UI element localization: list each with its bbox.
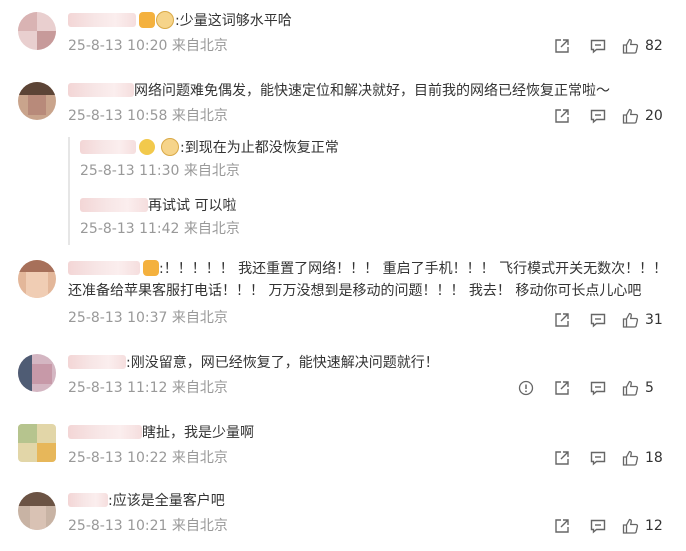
badge-icon	[143, 260, 159, 276]
share-icon	[555, 39, 569, 53]
username[interactable]	[80, 198, 148, 212]
comment-text: :刚没留意，网已经恢复了，能快速解决问题就行！	[126, 355, 439, 371]
like-count: 5	[645, 380, 654, 396]
reply-button[interactable]	[580, 378, 616, 398]
username[interactable]	[68, 261, 140, 275]
like-button[interactable]: 18	[616, 448, 676, 468]
like-count: 82	[645, 38, 663, 54]
like-count: 20	[645, 108, 663, 124]
comment-text: 网络问题难免偶发，能快速定位和解决就好，目前我的网络已经恢复正常啦～	[134, 83, 610, 99]
reply-text: :到现在为止都没恢复正常	[180, 140, 339, 156]
reply-button[interactable]	[580, 516, 616, 536]
username[interactable]	[68, 425, 142, 439]
emoji-icon	[156, 11, 174, 29]
avatar[interactable]	[18, 354, 56, 392]
comment-icon	[590, 381, 606, 396]
thumbs-up-icon	[622, 518, 639, 534]
comment-icon	[590, 39, 606, 54]
reply-meta: 25-8-13 11:30 来自北京	[80, 163, 240, 179]
comment-text-line: 网络问题难免偶发，能快速定位和解决就好，目前我的网络已经恢复正常啦～	[68, 80, 676, 102]
reply-button[interactable]	[580, 448, 616, 468]
comment-text: :！！！！！ 我还重置了网络！！！ 重启了手机！！！ 飞行模式开关无数次！！！	[159, 261, 668, 277]
badge-icon	[139, 12, 155, 28]
report-icon	[518, 380, 534, 396]
username[interactable]	[68, 83, 134, 97]
comment-text-line: 还准备给苹果客服打电话！！！ 万万没想到是移动的问题！！！ 我去！ 移动你可长点…	[68, 283, 642, 299]
emoji-icon	[161, 138, 179, 156]
share-button[interactable]	[544, 448, 580, 468]
comment-text-line: :刚没留意，网已经恢复了，能快速解决问题就行！	[68, 352, 676, 374]
share-button[interactable]	[544, 106, 580, 126]
share-icon	[555, 451, 569, 465]
report-button[interactable]	[508, 378, 544, 398]
reply-thread: :到现在为止都没恢复正常 25-8-13 11:30 来自北京 再试试 可以啦 …	[68, 137, 668, 245]
like-button[interactable]: 20	[616, 106, 676, 126]
comment-icon	[590, 519, 606, 534]
reply-text-line: 再试试 可以啦	[80, 195, 240, 217]
reply-button[interactable]	[580, 310, 616, 330]
share-icon	[555, 313, 569, 327]
username[interactable]	[80, 140, 136, 154]
comment-text-line: :应该是全量客户吧	[68, 490, 676, 512]
thumbs-up-icon	[622, 380, 639, 396]
share-button[interactable]	[544, 310, 580, 330]
share-icon	[555, 109, 569, 123]
comment-text-line: 瞎扯，我是少量啊	[68, 422, 676, 444]
comment-text-line: :！！！！！ 我还重置了网络！！！ 重启了手机！！！ 飞行模式开关无数次！！！	[68, 258, 676, 280]
comment-item: :！！！！！ 我还重置了网络！！！ 重启了手机！！！ 飞行模式开关无数次！！！ …	[0, 258, 686, 338]
reply-button[interactable]	[580, 36, 616, 56]
reply-item: 再试试 可以啦 25-8-13 11:42 来自北京	[80, 195, 240, 239]
avatar[interactable]	[18, 82, 56, 120]
reply-text: 再试试 可以啦	[148, 198, 237, 214]
thumbs-up-icon	[622, 450, 639, 466]
thumbs-up-icon	[622, 108, 639, 124]
verified-badge-icon	[139, 139, 155, 155]
username[interactable]	[68, 493, 108, 507]
comment-item: :应该是全量客户吧 25-8-13 10:21 来自北京 12	[0, 490, 686, 546]
comment-item: :刚没留意，网已经恢复了，能快速解决问题就行！ 25-8-13 11:12 来自…	[0, 352, 686, 408]
avatar[interactable]	[18, 424, 56, 462]
share-button[interactable]	[544, 36, 580, 56]
share-button[interactable]	[544, 516, 580, 536]
reply-meta: 25-8-13 11:42 来自北京	[80, 221, 240, 237]
avatar[interactable]	[18, 492, 56, 530]
avatar[interactable]	[18, 260, 56, 298]
comment-text: 瞎扯，我是少量啊	[142, 425, 254, 441]
like-button[interactable]: 12	[616, 516, 676, 536]
comment-item: 瞎扯，我是少量啊 25-8-13 10:22 来自北京 18	[0, 422, 686, 478]
like-button[interactable]: 5	[616, 378, 676, 398]
comment-icon	[590, 313, 606, 328]
like-button[interactable]: 82	[616, 36, 676, 56]
comment-text: :应该是全量客户吧	[108, 493, 225, 509]
username[interactable]	[68, 13, 136, 27]
comment-icon	[590, 451, 606, 466]
comment-icon	[590, 109, 606, 124]
share-icon	[555, 519, 569, 533]
reply-text-line: :到现在为止都没恢复正常	[80, 137, 339, 159]
comment-text-line: :少量这词够水平哈	[68, 10, 676, 32]
like-button[interactable]: 31	[616, 310, 676, 330]
reply-button[interactable]	[580, 106, 616, 126]
like-count: 12	[645, 518, 663, 534]
username[interactable]	[68, 355, 126, 369]
comment-text: :少量这词够水平哈	[175, 13, 292, 29]
reply-item: :到现在为止都没恢复正常 25-8-13 11:30 来自北京	[80, 137, 339, 181]
like-count: 31	[645, 312, 663, 328]
share-icon	[555, 381, 569, 395]
thumbs-up-icon	[622, 38, 639, 54]
comment-item: 网络问题难免偶发，能快速定位和解决就好，目前我的网络已经恢复正常啦～ 25-8-…	[0, 80, 686, 250]
thumbs-up-icon	[622, 312, 639, 328]
avatar[interactable]	[18, 12, 56, 50]
like-count: 18	[645, 450, 663, 466]
comment-item: :少量这词够水平哈 25-8-13 10:20 来自北京 82	[0, 6, 686, 66]
share-button[interactable]	[544, 378, 580, 398]
